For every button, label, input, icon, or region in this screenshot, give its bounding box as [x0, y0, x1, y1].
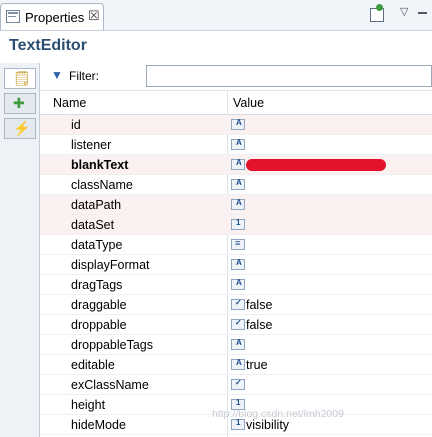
property-name: exClassName: [71, 378, 149, 392]
property-name: draggable: [71, 298, 127, 312]
table-header: Name Value: [40, 91, 432, 115]
table-row[interactable]: droppableTags: [40, 335, 432, 355]
value-type-icon: [231, 198, 245, 210]
value-type-icon: [231, 178, 245, 190]
properties-header: TextEditor: [0, 31, 432, 60]
pin-icon: ✚: [13, 95, 25, 111]
document-icon: 🗒: [13, 70, 31, 86]
sidebar: 🗒 ✚ ⚡: [0, 63, 40, 437]
property-name: dataPath: [71, 198, 122, 212]
table-row[interactable]: dataType: [40, 235, 432, 255]
property-value[interactable]: false: [246, 318, 272, 332]
property-value[interactable]: false: [246, 298, 272, 312]
value-type-icon: [231, 358, 245, 370]
minimize-icon[interactable]: [418, 12, 427, 14]
watermark: http://blog.csdn.net/lmh2009: [212, 408, 344, 420]
filter-bar: ▼ Filter:: [40, 63, 432, 91]
property-name: hideMode: [71, 418, 126, 432]
value-type-icon: [231, 318, 245, 330]
value-type-icon: [231, 238, 245, 250]
property-name: blankText: [71, 158, 129, 172]
property-value[interactable]: true: [246, 358, 268, 372]
column-header-name[interactable]: Name: [53, 96, 86, 110]
property-name: droppable: [71, 318, 127, 332]
sidebar-tab-properties[interactable]: 🗒: [4, 68, 36, 89]
value-type-icon: [231, 138, 245, 150]
table-row[interactable]: draggable false: [40, 295, 432, 315]
property-name: editable: [71, 358, 115, 372]
lightning-icon: ⚡: [13, 120, 31, 136]
table-row[interactable]: dataPath: [40, 195, 432, 215]
property-name: className: [71, 178, 133, 192]
table-row[interactable]: dragTags: [40, 275, 432, 295]
filter-label: Filter:: [69, 69, 99, 83]
pin-icon[interactable]: [370, 4, 384, 22]
property-value[interactable]: visibility: [246, 418, 289, 432]
value-type-icon: [231, 118, 245, 130]
view-tab-bar: Properties ☒ ▽: [0, 0, 432, 31]
value-type-icon: [231, 298, 245, 310]
value-type-icon: [231, 338, 245, 350]
property-name: height: [71, 398, 106, 412]
close-icon[interactable]: ☒: [88, 8, 100, 24]
property-name: droppableTags: [71, 338, 154, 352]
view-menu-icon[interactable]: ▽: [400, 5, 408, 18]
property-name: dataType: [71, 238, 123, 252]
table-row[interactable]: editable true: [40, 355, 432, 375]
property-name: listener: [71, 138, 112, 152]
table-row[interactable]: droppable false: [40, 315, 432, 335]
tab-properties[interactable]: Properties ☒: [0, 3, 104, 30]
table-row[interactable]: displayFormat: [40, 255, 432, 275]
column-header-value[interactable]: Value: [233, 96, 264, 110]
properties-table: Name Value id listener blankText className d…: [40, 91, 432, 437]
sidebar-tab-pin[interactable]: ✚: [4, 93, 36, 114]
table-row[interactable]: listener: [40, 135, 432, 155]
value-type-icon: [231, 158, 245, 170]
page-title: TextEditor: [9, 37, 87, 54]
value-type-icon: [231, 378, 245, 390]
property-name: id: [71, 118, 81, 132]
table-row[interactable]: blankText: [40, 155, 432, 175]
property-name: dragTags: [71, 278, 123, 292]
value-type-icon: [231, 278, 245, 290]
filter-icon: ▼: [51, 68, 63, 82]
table-row[interactable]: className: [40, 175, 432, 195]
tab-label: Properties: [25, 10, 85, 25]
filter-input[interactable]: [146, 65, 432, 87]
properties-icon: [6, 10, 20, 23]
value-type-icon: [231, 418, 245, 430]
value-type-icon: [231, 258, 245, 270]
value-type-icon: [231, 218, 245, 230]
table-row[interactable]: dataSet: [40, 215, 432, 235]
table-row[interactable]: id: [40, 115, 432, 135]
table-row[interactable]: exClassName: [40, 375, 432, 395]
sidebar-tab-events[interactable]: ⚡: [4, 118, 36, 139]
property-name: dataSet: [71, 218, 115, 232]
redacted-value: [246, 159, 386, 171]
property-name: displayFormat: [71, 258, 150, 272]
